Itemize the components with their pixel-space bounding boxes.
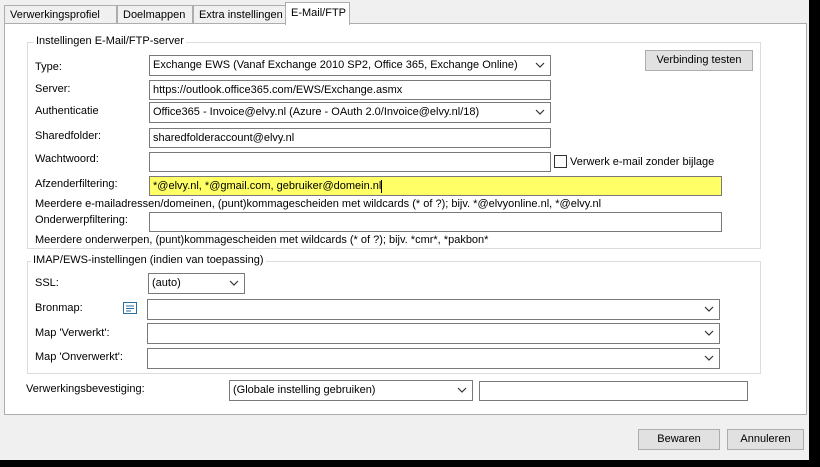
folder-browse-icon[interactable] [122, 300, 138, 316]
type-value: Exchange EWS (Vanaf Exchange 2010 SP2, O… [153, 59, 518, 71]
save-button[interactable]: Bewaren [638, 429, 720, 450]
type-label: Type: [35, 61, 62, 73]
auth-select[interactable]: Office365 - Invoice@elvy.nl (Azure - OAu… [149, 102, 551, 123]
imap-settings-group: IMAP/EWS-instellingen (indien van toepas… [27, 254, 761, 374]
auth-value: Office365 - Invoice@elvy.nl (Azure - OAu… [153, 106, 480, 118]
chevron-down-icon [704, 330, 714, 336]
subject-hint: Meerdere onderwerpen, (punt)kommageschei… [35, 234, 489, 246]
tab-panel: Instellingen E-Mail/FTP-server Verbindin… [4, 23, 807, 415]
sender-hint: Meerdere e-mailadressen/domeinen, (punt)… [35, 198, 602, 210]
processed-folder-select[interactable] [147, 323, 720, 344]
sender-label: Afzenderfiltering: [35, 178, 118, 190]
settings-window: Verwerkingsprofiel Doelmappen Extra inst… [0, 0, 809, 460]
tab-email-ftp[interactable]: E-Mail/FTP [285, 2, 350, 25]
tab-extra-instellingen[interactable]: Extra instellingen [193, 5, 286, 23]
test-connection-button[interactable]: Verbinding testen [645, 50, 753, 71]
password-input[interactable] [149, 152, 551, 172]
cancel-button[interactable]: Annuleren [727, 429, 804, 450]
auth-label: Authenticatie [35, 105, 99, 117]
sender-filter-input[interactable]: *@elvy.nl, *@gmail.com, gebruiker@domein… [149, 176, 722, 196]
chevron-down-icon [704, 306, 714, 312]
unprocessed-label: Map 'Onverwerkt': [35, 351, 123, 363]
source-label: Bronmap: [35, 302, 83, 314]
imap-group-legend: IMAP/EWS-instellingen (indien van toepas… [31, 254, 266, 266]
shared-label: Sharedfolder: [35, 130, 102, 142]
sender-filter-value: *@elvy.nl, *@gmail.com, gebruiker@domein… [153, 180, 382, 192]
unprocessed-folder-select[interactable] [147, 348, 720, 369]
tab-doelmappen[interactable]: Doelmappen [117, 5, 193, 23]
sharedfolder-input[interactable]: sharedfolderaccount@elvy.nl [149, 128, 551, 148]
server-settings-group: Instellingen E-Mail/FTP-server Verbindin… [27, 35, 761, 249]
no-attachment-label: Verwerk e-mail zonder bijlage [570, 156, 715, 168]
chevron-down-icon [535, 62, 545, 68]
window-edge [809, 0, 820, 467]
confirmation-select[interactable]: (Globale instelling gebruiken) [229, 380, 473, 401]
server-input[interactable]: https://outlook.office365.com/EWS/Exchan… [149, 80, 551, 100]
ssl-select[interactable]: (auto) [148, 273, 245, 294]
confirmation-value: (Globale instelling gebruiken) [233, 384, 376, 396]
source-folder-select[interactable] [147, 299, 720, 320]
text-caret [381, 179, 383, 193]
password-label: Wachtwoord: [35, 153, 99, 165]
server-label: Server: [35, 83, 71, 95]
chevron-down-icon [535, 109, 545, 115]
no-attachment-checkbox[interactable] [554, 155, 567, 168]
ssl-value: (auto) [152, 277, 181, 289]
type-select[interactable]: Exchange EWS (Vanaf Exchange 2010 SP2, O… [149, 55, 551, 76]
confirmation-label: Verwerkingsbevestiging: [26, 383, 145, 395]
confirmation-extra-input[interactable] [479, 381, 748, 401]
tab-verwerkingsprofiel[interactable]: Verwerkingsprofiel [4, 5, 117, 23]
chevron-down-icon [229, 280, 239, 286]
ssl-label: SSL: [35, 277, 59, 289]
server-group-legend: Instellingen E-Mail/FTP-server [34, 35, 186, 47]
subject-filter-input[interactable] [149, 212, 722, 232]
chevron-down-icon [704, 355, 714, 361]
processed-label: Map 'Verwerkt': [35, 327, 110, 339]
chevron-down-icon [457, 387, 467, 393]
subject-label: Onderwerpfiltering: [35, 214, 128, 226]
